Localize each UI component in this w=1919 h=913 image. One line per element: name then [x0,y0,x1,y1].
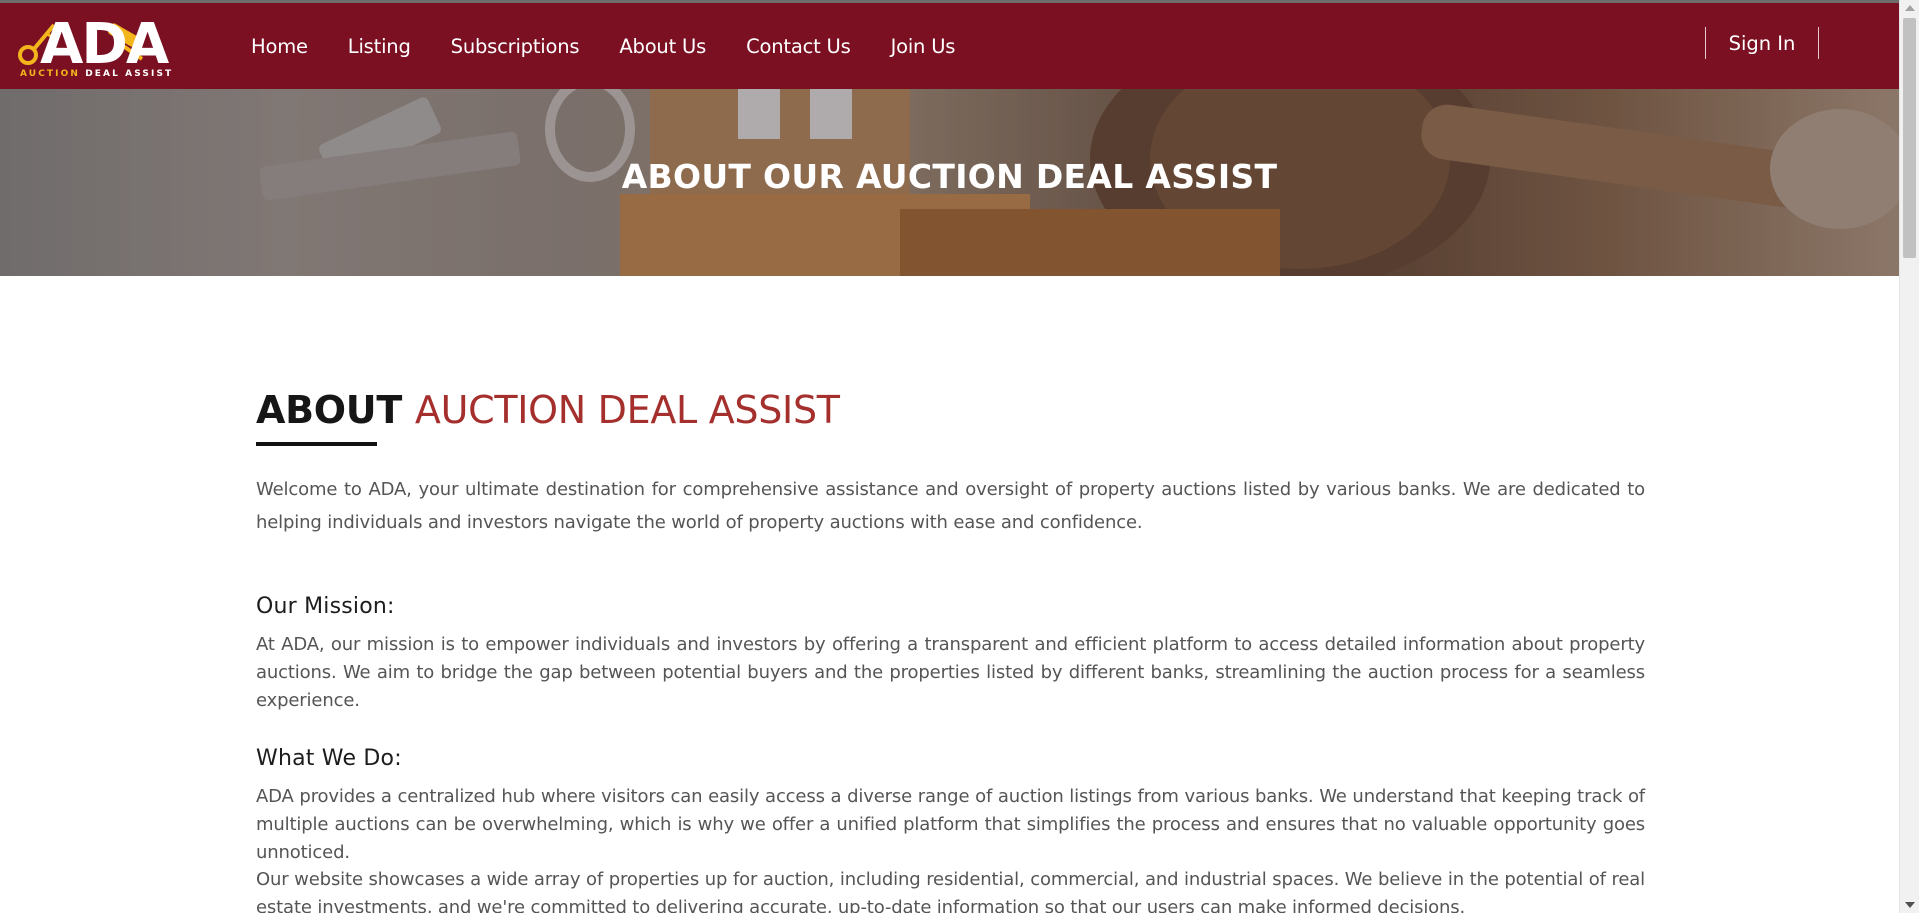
vertical-scrollbar[interactable] [1899,0,1919,913]
logo-tagline: AUCTION DEAL ASSIST [20,69,174,79]
main-nav: Home Listing Subscriptions About Us Cont… [251,3,995,89]
nav-subscriptions[interactable]: Subscriptions [451,35,580,58]
svg-text:ADA: ADA [40,12,170,71]
sign-in-button[interactable]: Sign In [1705,27,1819,59]
mission-heading: Our Mission: [256,594,395,619]
nav-about-us[interactable]: About Us [619,35,706,58]
navbar: ADA AUCTION DEAL ASSIST Home Listing Sub… [0,3,1899,89]
intro-paragraph: Welcome to ADA, your ultimate destinatio… [256,479,1645,533]
mission-paragraph: At ADA, our mission is to empower indivi… [256,634,1645,711]
nav-home[interactable]: Home [251,35,308,58]
nav-listing[interactable]: Listing [348,35,411,58]
nav-join-us[interactable]: Join Us [891,35,956,58]
what-we-do-heading: What We Do: [256,746,402,771]
hero-banner: ABOUT OUR AUCTION DEAL ASSIST [0,89,1899,276]
about-heading: ABOUT AUCTION DEAL ASSIST [256,388,840,432]
showcase-paragraph: Our website showcases a wide array of pr… [256,869,1645,913]
gavel-key-logo-icon: ADA [18,12,172,71]
nav-contact-us[interactable]: Contact Us [746,35,851,58]
scroll-down-arrow-icon[interactable] [1905,902,1915,908]
hero-title: ABOUT OUR AUCTION DEAL ASSIST [621,157,1278,196]
ada-logo[interactable]: ADA AUCTION DEAL ASSIST [16,11,186,83]
heading-underline [256,442,377,446]
scroll-thumb[interactable] [1903,18,1916,258]
sign-in-label: Sign In [1728,31,1796,55]
what-we-do-paragraph: ADA provides a centralized hub where vis… [256,786,1645,863]
scroll-up-arrow-icon[interactable] [1905,5,1915,11]
